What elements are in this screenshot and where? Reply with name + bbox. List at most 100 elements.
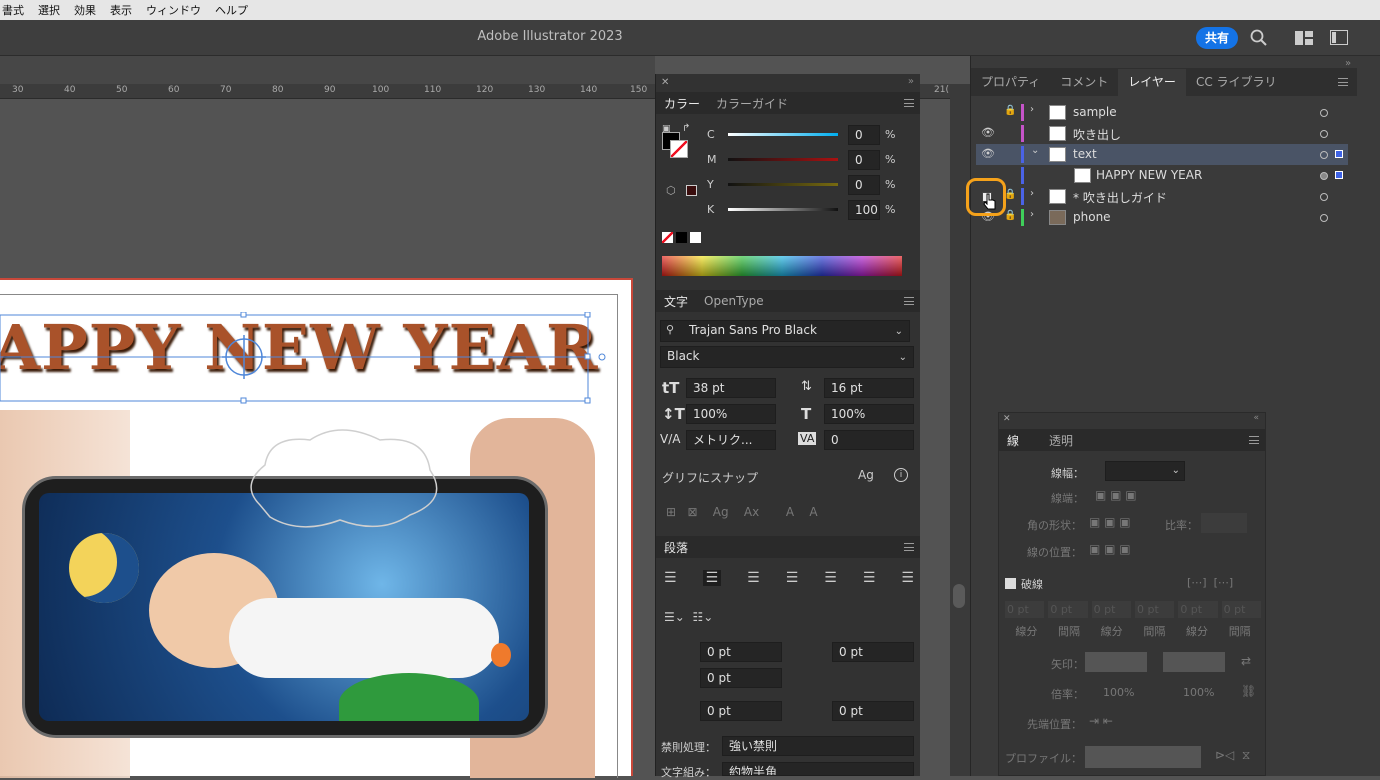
layer-row[interactable]: HAPPY NEW YEAR: [976, 165, 1348, 186]
left-indent-input[interactable]: 0 pt: [700, 642, 782, 662]
arrow-start-scale[interactable]: 100%: [1103, 686, 1134, 699]
close-icon[interactable]: ✕: [661, 77, 669, 88]
dash-input[interactable]: 0 pt: [1005, 601, 1045, 618]
tab-paragraph[interactable]: 段落: [656, 539, 696, 556]
lock-icon[interactable]: 🔒: [1004, 210, 1016, 221]
layer-row[interactable]: 🔒 › * 吹き出しガイド: [976, 186, 1348, 207]
panel-menu-icon[interactable]: [904, 297, 914, 305]
layer-name[interactable]: phone: [1073, 210, 1111, 224]
input-m[interactable]: 0: [848, 150, 880, 170]
panel-menu-icon[interactable]: [904, 543, 914, 551]
input-k[interactable]: 100: [848, 200, 880, 220]
chevron-right-icon[interactable]: ›: [1030, 188, 1034, 199]
tab-color[interactable]: カラー: [656, 95, 708, 112]
tip-position-icons[interactable]: ⇥ ⇤: [1089, 714, 1113, 728]
right-indent-input[interactable]: 0 pt: [832, 642, 914, 662]
tab-properties[interactable]: プロパティ: [971, 73, 1050, 96]
collapse-icon[interactable]: »: [908, 76, 914, 87]
tab-character[interactable]: 文字: [656, 293, 696, 310]
menu-format[interactable]: 書式: [2, 2, 24, 18]
web-safe-swatch[interactable]: [686, 185, 697, 196]
panel-menu-icon[interactable]: [1338, 78, 1348, 86]
menu-help[interactable]: ヘルプ: [215, 2, 248, 18]
chevron-right-icon[interactable]: ›: [1030, 104, 1034, 115]
target-icon[interactable]: [1320, 130, 1328, 138]
layer-name[interactable]: sample: [1073, 105, 1117, 119]
cap-style-icons[interactable]: ▣ ▣ ▣: [1095, 488, 1137, 502]
tab-opentype[interactable]: OpenType: [696, 294, 772, 308]
link-scale-icon[interactable]: ⛓: [1241, 684, 1256, 698]
panel-menu-icon[interactable]: [1249, 436, 1259, 444]
snap-option-icons[interactable]: ⊞ ⊠ Ag Ax A A: [666, 505, 818, 519]
menu-window[interactable]: ウィンドウ: [146, 2, 201, 18]
visibility-eye-icon[interactable]: 👁: [981, 126, 995, 139]
layer-row[interactable]: 🔒 › sample: [976, 102, 1348, 123]
align-center-icon[interactable]: ☰: [702, 570, 722, 586]
align-left-icon[interactable]: ☰: [664, 570, 677, 586]
arrow-end-scale[interactable]: 100%: [1183, 686, 1214, 699]
layer-name[interactable]: text: [1073, 147, 1097, 161]
lock-icon[interactable]: 🔒: [1004, 105, 1016, 116]
color-spectrum-bar[interactable]: [662, 256, 902, 276]
speech-bubble-guide[interactable]: [240, 425, 445, 535]
leading-input[interactable]: 16 pt: [824, 378, 914, 398]
target-icon[interactable]: [1320, 172, 1328, 180]
workspace-icon[interactable]: [1295, 31, 1313, 45]
tracking-input[interactable]: 0: [824, 430, 914, 450]
input-c[interactable]: 0: [848, 125, 880, 145]
default-colors-icon[interactable]: ▣: [662, 124, 671, 134]
tab-cc-libraries[interactable]: CC ライブラリ: [1186, 73, 1287, 96]
justify-left-icon[interactable]: ☰: [786, 570, 799, 586]
gap-input[interactable]: 0 pt: [1221, 601, 1261, 618]
menu-effect[interactable]: 効果: [74, 2, 96, 18]
space-after-input[interactable]: 0 pt: [832, 701, 914, 721]
dash-align-icons[interactable]: [⋯] [⋯]: [1187, 576, 1233, 589]
dashed-checkbox[interactable]: [1005, 578, 1016, 589]
selection-indicator[interactable]: [1335, 171, 1343, 179]
font-style-select[interactable]: Black ⌄: [660, 346, 914, 368]
search-icon[interactable]: [1250, 29, 1268, 47]
glyph-snap-icon[interactable]: Ag: [858, 468, 874, 482]
tab-color-guide[interactable]: カラーガイド: [708, 95, 796, 112]
gap-input[interactable]: 0 pt: [1134, 601, 1175, 618]
justify-center-icon[interactable]: ☰: [824, 570, 837, 586]
layer-row[interactable]: 👁 吹き出し: [976, 123, 1348, 144]
panel-menu-icon[interactable]: [904, 99, 914, 107]
white-color-swatch[interactable]: [690, 232, 701, 243]
vertical-scale-input[interactable]: 100%: [686, 404, 776, 424]
kerning-input[interactable]: メトリク...: [686, 430, 776, 450]
slider-k[interactable]: [728, 208, 838, 211]
dash-input[interactable]: 0 pt: [1178, 601, 1218, 618]
collapse-icon[interactable]: »: [1345, 58, 1351, 69]
slider-c[interactable]: [728, 133, 838, 136]
justify-all-icon[interactable]: ☰: [901, 570, 914, 586]
close-icon[interactable]: ✕: [1003, 414, 1011, 424]
menu-select[interactable]: 選択: [38, 2, 60, 18]
visibility-eye-icon[interactable]: 👁: [981, 147, 995, 160]
kinsoku-select[interactable]: 強い禁則: [722, 736, 914, 756]
layer-row-selected[interactable]: 👁 ⌄ text: [976, 144, 1348, 165]
layer-name[interactable]: HAPPY NEW YEAR: [1096, 168, 1202, 182]
slider-m[interactable]: [728, 158, 838, 161]
text-selection-box[interactable]: [0, 312, 610, 404]
font-family-select[interactable]: Trajan Sans Pro Black ⌄: [660, 320, 910, 342]
font-size-input[interactable]: 38 pt: [686, 378, 776, 398]
chevron-down-icon[interactable]: ⌄: [1031, 145, 1039, 156]
target-icon[interactable]: [1320, 109, 1328, 117]
flip-profile-icons[interactable]: ⊳◁ ⧖: [1215, 748, 1250, 763]
mojikumi-select[interactable]: 約物半角: [722, 762, 914, 776]
arrow-end-select[interactable]: [1163, 652, 1225, 672]
dash-input[interactable]: 0 pt: [1091, 601, 1131, 618]
out-of-gamut-icon[interactable]: ⬡: [666, 184, 676, 197]
panel-toggle-icon[interactable]: [1330, 30, 1348, 45]
info-icon[interactable]: i: [894, 468, 908, 482]
ratio-input[interactable]: [1201, 513, 1247, 533]
swap-colors-icon[interactable]: ↱: [682, 123, 690, 134]
collapse-icon[interactable]: «: [1253, 413, 1259, 423]
swap-arrows-icon[interactable]: ⇄: [1241, 654, 1251, 668]
profile-select[interactable]: [1085, 746, 1201, 768]
chevron-right-icon[interactable]: ›: [1030, 209, 1034, 220]
menu-view[interactable]: 表示: [110, 2, 132, 18]
horizontal-scale-input[interactable]: 100%: [824, 404, 914, 424]
scrollbar-thumb[interactable]: [953, 584, 965, 608]
